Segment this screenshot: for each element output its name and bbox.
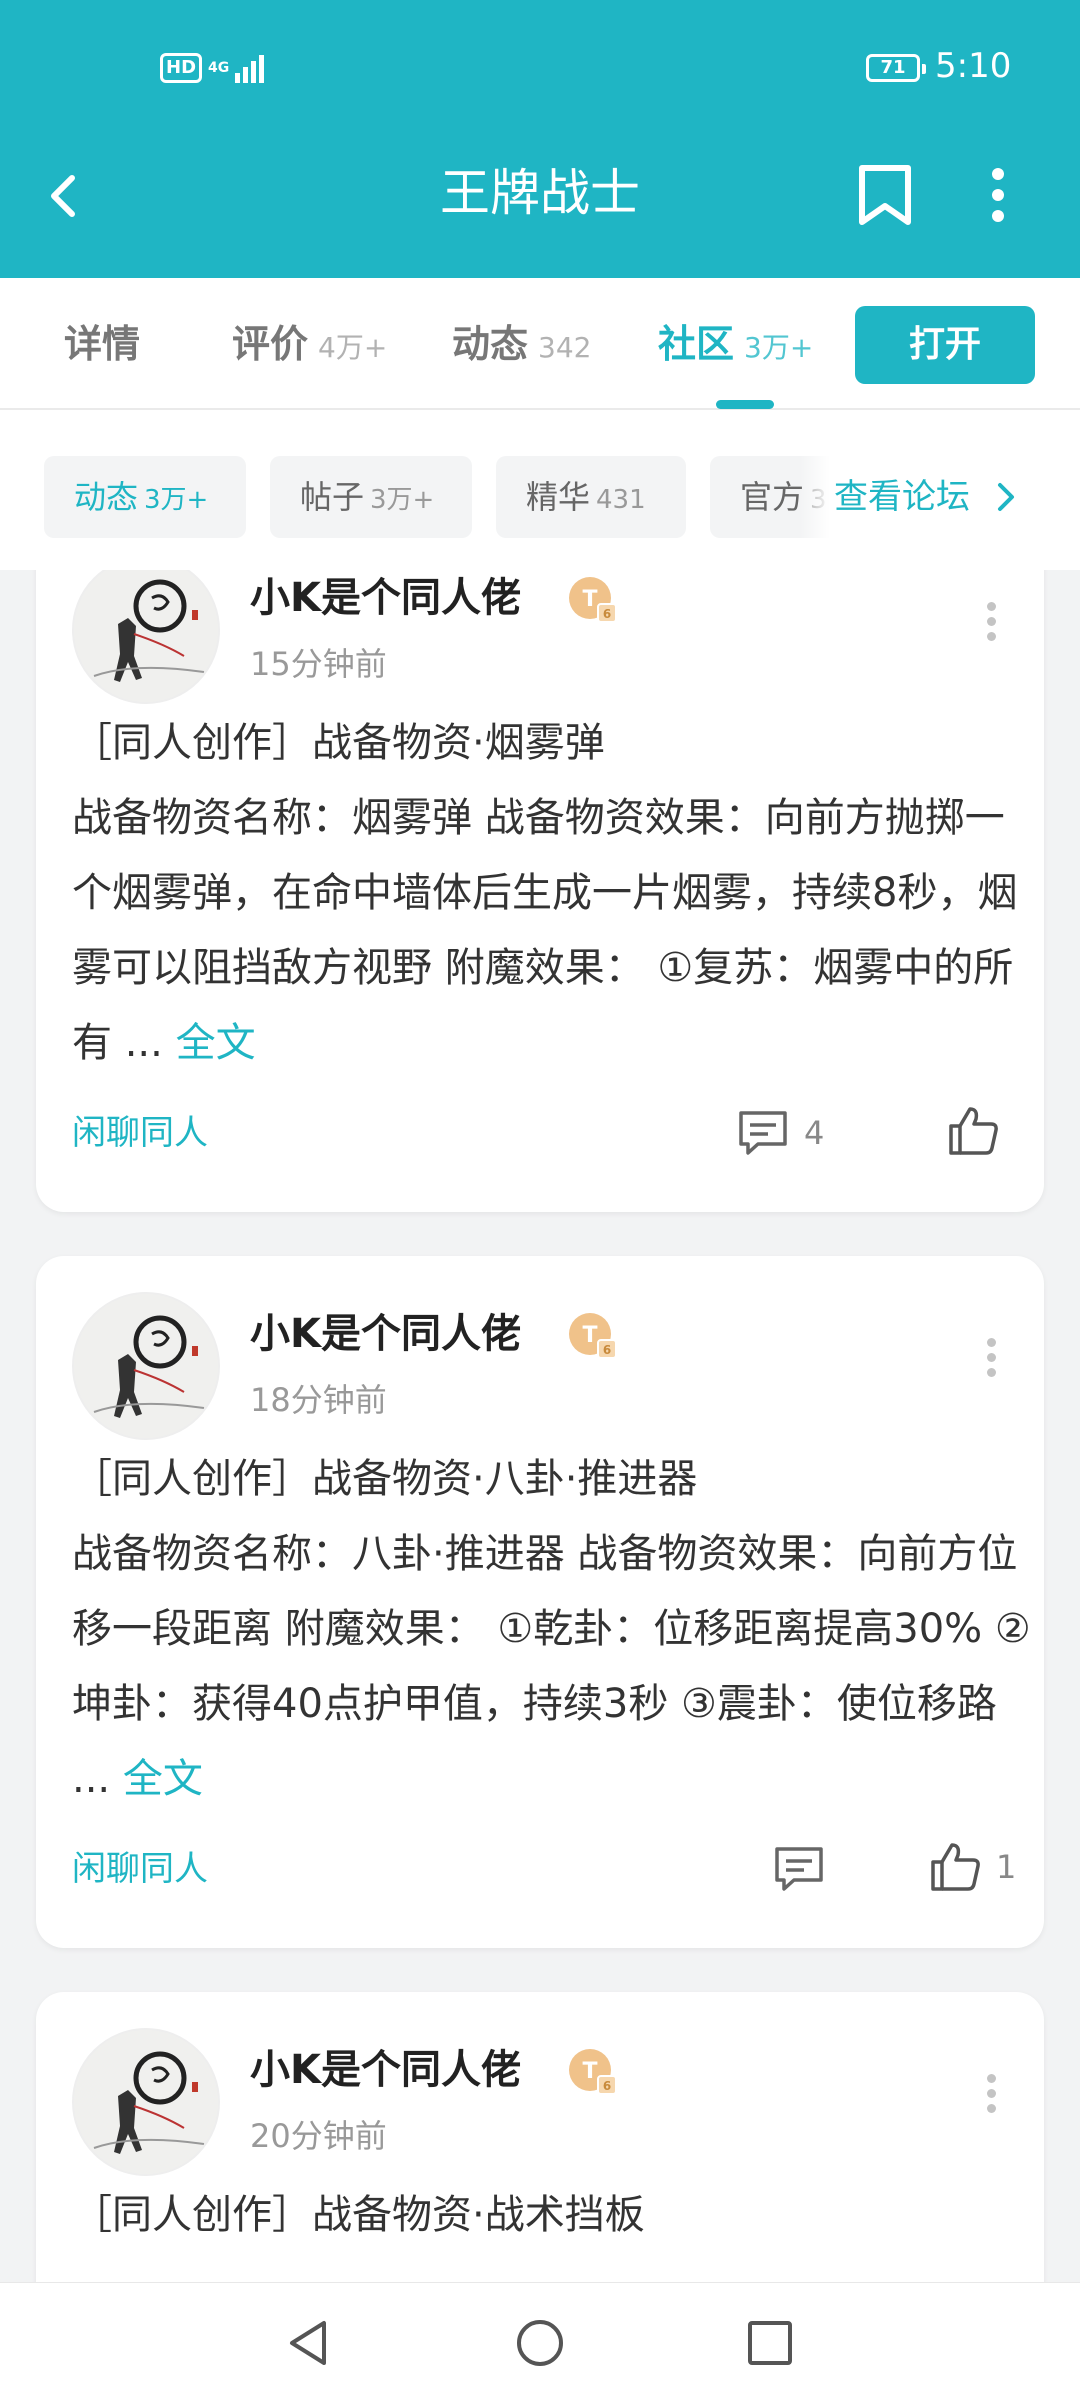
avatar[interactable] bbox=[72, 570, 220, 704]
level-badge-icon: T6 bbox=[569, 577, 617, 623]
topic-tag[interactable]: 闲聊同人 bbox=[72, 1108, 208, 1158]
chip-count: 3万+ bbox=[370, 485, 435, 515]
svg-text:T: T bbox=[582, 2059, 597, 2084]
comment-icon bbox=[739, 1111, 787, 1155]
author-name[interactable]: 小K是个同人佬 bbox=[250, 1306, 521, 1362]
chip-label: 动态 bbox=[74, 478, 139, 516]
post-content[interactable]: ［同人创作］战备物资·战术挡板 bbox=[72, 2178, 1032, 2253]
system-nav-bar bbox=[0, 2282, 1080, 2400]
like-button[interactable] bbox=[946, 1103, 1014, 1159]
status-time: 5:10 bbox=[935, 46, 1012, 86]
author-name[interactable]: 小K是个同人佬 bbox=[250, 2042, 521, 2098]
svg-text:6: 6 bbox=[603, 2079, 611, 2093]
tab-reviews[interactable]: 评价 4万+ bbox=[232, 318, 387, 374]
comment-button[interactable]: 4 bbox=[736, 1105, 824, 1161]
post-title: ［同人创作］战备物资·战术挡板 bbox=[72, 2192, 645, 2238]
thumbs-up-icon bbox=[931, 1843, 980, 1891]
post-time: 20分钟前 bbox=[250, 2117, 387, 2155]
avatar[interactable] bbox=[72, 1292, 220, 1440]
hd-icon: HD bbox=[160, 53, 203, 83]
topic-tag[interactable]: 闲聊同人 bbox=[72, 1844, 208, 1894]
post-feed: 小K是个同人佬 T6 15分钟前 ［同人创作］战备物资·烟雾弹 战备物资名称：烟… bbox=[0, 570, 1080, 2282]
read-more-link[interactable]: 全文 bbox=[123, 1756, 203, 1802]
post-body: 战备物资名称：八卦·推进器 战备物资效果：向前方位移一段距离 附魔效果： ①乾卦… bbox=[72, 1531, 1031, 1802]
avatar-image bbox=[93, 579, 205, 682]
chip-count: 431 bbox=[596, 485, 646, 515]
tab-details[interactable]: 详情 bbox=[64, 318, 140, 370]
tab-count: 342 bbox=[538, 331, 592, 364]
level-badge-icon: T6 bbox=[569, 2049, 617, 2095]
more-menu-button[interactable] bbox=[976, 160, 1020, 230]
read-more-link[interactable]: 全文 bbox=[176, 1020, 256, 1066]
chip-updates[interactable]: 动态 3万+ bbox=[44, 456, 246, 538]
chip-label: 官方 bbox=[740, 478, 805, 516]
chip-count: 3万+ bbox=[144, 485, 209, 515]
chevron-right-icon bbox=[998, 483, 1014, 511]
tab-label: 详情 bbox=[64, 322, 141, 366]
chip-label: 精华 bbox=[526, 478, 591, 516]
post-time: 15分钟前 bbox=[250, 645, 387, 683]
post-title: ［同人创作］战备物资·八卦·推进器 bbox=[72, 1456, 698, 1502]
more-vertical-icon bbox=[992, 168, 1004, 222]
comment-count: 4 bbox=[804, 1114, 825, 1152]
post-content[interactable]: ［同人创作］战备物资·烟雾弹 战备物资名称：烟雾弹 战备物资效果：向前方抛掷一个… bbox=[72, 706, 1032, 1081]
network-type: 4G bbox=[208, 60, 230, 76]
post-more-button[interactable] bbox=[976, 1332, 1006, 1392]
bookmark-button[interactable] bbox=[856, 160, 916, 230]
comment-icon bbox=[775, 1847, 823, 1891]
post-card[interactable]: 小K是个同人佬 T6 15分钟前 ［同人创作］战备物资·烟雾弹 战备物资名称：烟… bbox=[36, 570, 1044, 1212]
thumbs-up-icon bbox=[949, 1107, 998, 1155]
svg-text:6: 6 bbox=[603, 607, 611, 621]
app-bar: HD 4G 71 5:10 王牌战士 bbox=[0, 0, 1080, 278]
back-button[interactable] bbox=[42, 160, 92, 230]
battery-icon: 71 bbox=[866, 54, 926, 82]
author-name[interactable]: 小K是个同人佬 bbox=[250, 570, 521, 626]
avatar[interactable] bbox=[72, 2028, 220, 2176]
like-button[interactable]: 1 bbox=[928, 1839, 1016, 1895]
like-count: 1 bbox=[996, 1848, 1017, 1886]
avatar-image bbox=[93, 1315, 205, 1418]
post-card[interactable]: 小K是个同人佬 T6 18分钟前 ［同人创作］战备物资·八卦·推进器 战备物资名… bbox=[36, 1256, 1044, 1948]
post-title: ［同人创作］战备物资·烟雾弹 bbox=[72, 720, 605, 766]
view-forum-link[interactable]: 查看论坛 bbox=[800, 456, 1080, 538]
nav-back-icon[interactable] bbox=[282, 2315, 338, 2371]
avatar-image bbox=[93, 2051, 205, 2154]
post-more-button[interactable] bbox=[976, 596, 1006, 656]
post-content[interactable]: ［同人创作］战备物资·八卦·推进器 战备物资名称：八卦·推进器 战备物资效果：向… bbox=[72, 1442, 1032, 1817]
active-tab-indicator bbox=[716, 400, 774, 409]
tab-label: 社区 bbox=[658, 322, 735, 366]
level-badge-icon: T6 bbox=[569, 1313, 617, 1359]
post-time: 18分钟前 bbox=[250, 1381, 387, 1419]
tab-count: 3万+ bbox=[744, 331, 814, 364]
chip-label: 帖子 bbox=[300, 478, 365, 516]
tab-label: 动态 bbox=[452, 322, 529, 366]
filter-chips: 动态3万+ 帖子3万+ 精华431 官方3 查看论坛 bbox=[0, 410, 1080, 570]
svg-text:6: 6 bbox=[603, 1343, 611, 1357]
page-title: 王牌战士 bbox=[440, 164, 640, 222]
tab-updates[interactable]: 动态 342 bbox=[452, 318, 591, 374]
status-bar: HD 4G 71 5:10 bbox=[0, 0, 1080, 136]
network-indicator: HD 4G bbox=[160, 48, 265, 88]
nav-home-icon[interactable] bbox=[512, 2315, 568, 2371]
back-arrow-icon bbox=[51, 175, 75, 217]
signal-icon bbox=[235, 53, 265, 83]
svg-text:T: T bbox=[582, 1323, 597, 1348]
chip-featured[interactable]: 精华 431 bbox=[496, 456, 686, 538]
nav-recents-icon[interactable] bbox=[742, 2315, 798, 2371]
tab-count: 4万+ bbox=[318, 331, 388, 364]
svg-text:T: T bbox=[582, 587, 597, 612]
post-more-button[interactable] bbox=[976, 2068, 1006, 2128]
post-card[interactable]: 小K是个同人佬 T6 20分钟前 ［同人创作］战备物资·战术挡板 bbox=[36, 1992, 1044, 2282]
open-app-button[interactable]: 打开 bbox=[855, 306, 1035, 384]
bookmark-icon bbox=[859, 165, 911, 225]
tab-label: 评价 bbox=[232, 322, 309, 366]
forum-link-label: 查看论坛 bbox=[834, 477, 970, 517]
comment-button[interactable] bbox=[772, 1841, 840, 1897]
chip-posts[interactable]: 帖子 3万+ bbox=[270, 456, 472, 538]
tab-community[interactable]: 社区 3万+ bbox=[658, 318, 813, 374]
